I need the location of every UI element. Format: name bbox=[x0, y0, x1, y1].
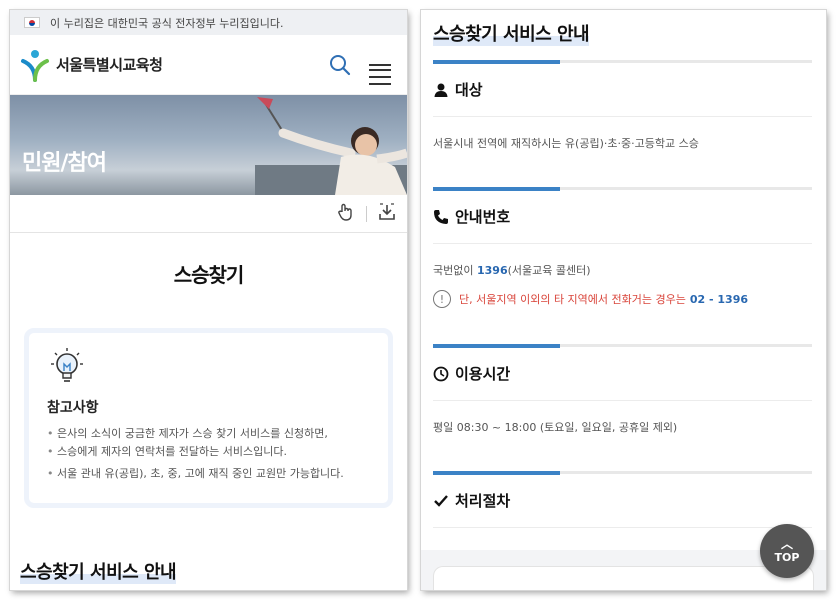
section-divider bbox=[433, 344, 812, 348]
section-divider bbox=[433, 471, 812, 475]
tool-divider bbox=[366, 205, 367, 222]
section-heading: 대상 bbox=[433, 63, 812, 117]
section-heading: 안내번호 bbox=[433, 190, 812, 244]
section-heading-text: 안내번호 bbox=[455, 208, 511, 226]
page-tools bbox=[10, 195, 407, 233]
section-heading: 처리절차 bbox=[433, 474, 812, 528]
section-heading-text: 이용시간 bbox=[455, 365, 511, 383]
gov-notice-text: 이 누리집은 대한민국 공식 전자정부 누리집입니다. bbox=[50, 16, 284, 30]
contact-suffix: (서울교육 콜센터) bbox=[507, 264, 591, 277]
notice-item: 서울 관내 유(공립), 초, 중, 고에 재직 중인 교원만 가능합니다. bbox=[47, 465, 370, 483]
section-process: 처리절차 bbox=[433, 471, 812, 528]
section-divider bbox=[433, 60, 812, 64]
contact-prefix: 국번없이 bbox=[433, 264, 477, 277]
menu-icon[interactable] bbox=[367, 52, 393, 85]
contact-warning: ! 단, 서울지역 이외의 타 지역에서 전화거는 경우는 02 - 1396 bbox=[433, 290, 812, 308]
warning-number[interactable]: 02 - 1396 bbox=[690, 293, 748, 306]
notice-item-text: 스승에게 제자의 연락처를 전달하는 서비스입니다. bbox=[57, 445, 288, 458]
search-icon[interactable] bbox=[327, 52, 353, 78]
clock-icon bbox=[433, 365, 451, 383]
page-title: 스승찾기 bbox=[173, 263, 245, 287]
notice-title: 참고사항 bbox=[47, 400, 99, 416]
section-heading-text: 대상 bbox=[455, 81, 483, 99]
scroll-top-button[interactable]: ︿ TOP bbox=[760, 524, 814, 578]
section-target: 대상 서울시내 전역에 재직하시는 유(공립)·초·중·고등학교 스승 bbox=[433, 60, 812, 187]
notice-list: 은사의 소식이 궁금한 제자가 스승 찾기 서비스를 신청하면, 스승에게 제자… bbox=[47, 425, 370, 483]
download-icon[interactable] bbox=[377, 202, 397, 226]
site-header: 서울특별시교육청 bbox=[10, 35, 407, 95]
mobile-page-right: 스승찾기 서비스 안내 대상 서울시내 전역에 재직하시는 유(공립)·초·중·… bbox=[421, 10, 826, 590]
notice-item-continued: 스승에게 제자의 연락처를 전달하는 서비스입니다. bbox=[47, 443, 370, 461]
check-icon bbox=[433, 492, 451, 510]
mobile-page-left: 이 누리집은 대한민국 공식 전자정부 누리집입니다. 서울특별시교육청 민원/… bbox=[10, 10, 407, 590]
process-card bbox=[433, 566, 814, 590]
touch-icon[interactable] bbox=[336, 202, 356, 226]
section-hours: 이용시간 평일 08:30 ~ 18:00 (토요일, 일요일, 공휴일 제외) bbox=[433, 344, 812, 471]
contact-body: 국번없이 1396(서울교육 콜센터) ! 단, 서울지역 이외의 타 지역에서… bbox=[433, 244, 812, 344]
section-contact: 안내번호 국번없이 1396(서울교육 콜센터) ! 단, 서울지역 이외의 타… bbox=[433, 187, 812, 344]
target-text: 서울시내 전역에 재직하시는 유(공립)·초·중·고등학교 스승 bbox=[433, 137, 699, 150]
page-banner: 민원/참여 bbox=[10, 95, 407, 195]
section-title: 스승찾기 서비스 안내 bbox=[433, 20, 590, 46]
section-heading-text: 처리절차 bbox=[455, 492, 511, 510]
section-title: 스승찾기 서비스 안내 bbox=[20, 558, 177, 584]
notice-item: 은사의 소식이 궁금한 제자가 스승 찾기 서비스를 신청하면, bbox=[47, 425, 370, 443]
notice-box: 참고사항 은사의 소식이 궁금한 제자가 스승 찾기 서비스를 신청하면, 스승… bbox=[24, 328, 393, 508]
site-logo-text[interactable]: 서울특별시교육청 bbox=[56, 54, 163, 75]
flag-icon bbox=[24, 17, 40, 28]
banner-title: 민원/참여 bbox=[22, 151, 107, 176]
hours-text: 평일 08:30 ~ 18:00 (토요일, 일요일, 공휴일 제외) bbox=[433, 421, 678, 434]
gov-notice-bar: 이 누리집은 대한민국 공식 전자정부 누리집입니다. bbox=[10, 10, 407, 35]
top-label: TOP bbox=[774, 550, 800, 564]
lightbulb-icon bbox=[51, 348, 83, 382]
section-divider bbox=[433, 187, 812, 191]
banner-image bbox=[255, 97, 407, 195]
warning-icon: ! bbox=[433, 290, 451, 308]
phone-icon bbox=[433, 208, 451, 226]
contact-number[interactable]: 1396 bbox=[477, 264, 508, 277]
chevron-up-icon: ︿ bbox=[780, 536, 793, 551]
section-heading: 이용시간 bbox=[433, 347, 812, 401]
warning-text: 단, 서울지역 이외의 타 지역에서 전화거는 경우는 bbox=[459, 293, 686, 306]
contact-line: 국번없이 1396(서울교육 콜센터) bbox=[433, 262, 812, 278]
logo-icon[interactable] bbox=[20, 48, 50, 82]
user-icon bbox=[433, 81, 451, 99]
